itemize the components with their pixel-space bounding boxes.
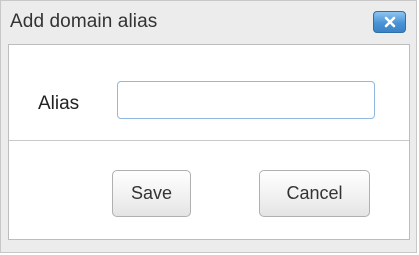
alias-input[interactable] — [117, 81, 375, 119]
dialog-title: Add domain alias — [10, 11, 158, 32]
alias-field-row: Alias — [9, 45, 409, 141]
cancel-button[interactable]: Cancel — [259, 170, 370, 217]
add-domain-alias-dialog: Add domain alias Alias Save Cancel — [0, 0, 417, 253]
dialog-body: Alias Save Cancel — [8, 44, 410, 240]
alias-label: Alias — [38, 93, 80, 114]
save-button[interactable]: Save — [112, 170, 191, 217]
close-button[interactable] — [373, 11, 406, 33]
dialog-titlebar: Add domain alias — [1, 1, 416, 43]
close-icon — [384, 16, 396, 28]
